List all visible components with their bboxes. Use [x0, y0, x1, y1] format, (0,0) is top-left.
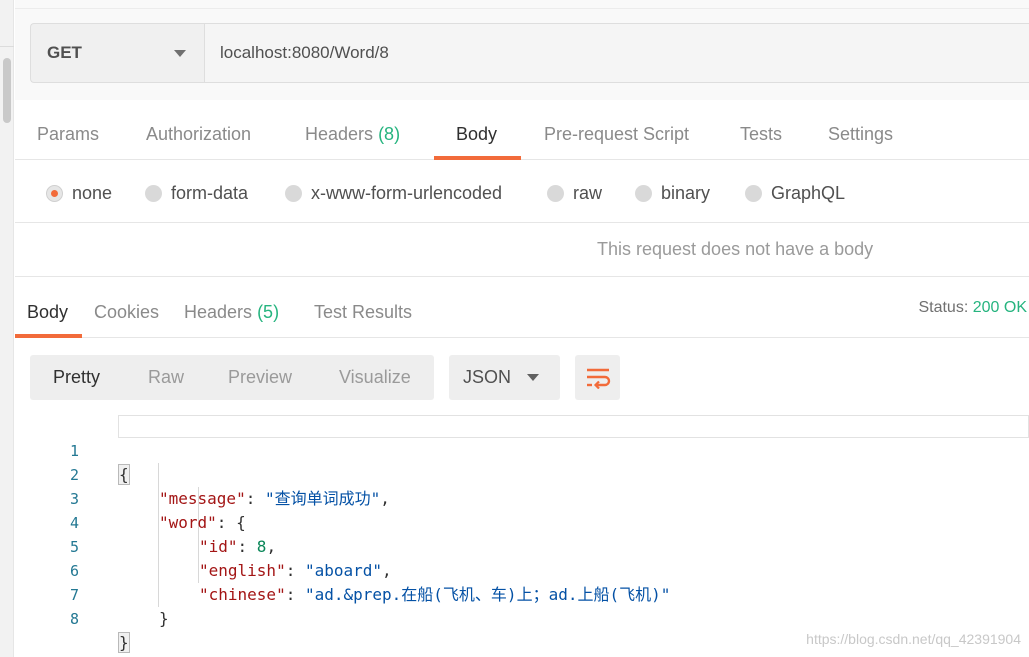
- radio-form-data[interactable]: form-data: [145, 183, 248, 204]
- headers-count: (8): [378, 124, 401, 144]
- line-content: "english": "aboard",: [199, 561, 392, 580]
- view-raw-button[interactable]: Raw: [148, 367, 184, 388]
- radio-checked-icon: [46, 185, 63, 202]
- wrap-lines-button[interactable]: [575, 355, 620, 400]
- code-line: 6 "chinese": "ad.&prep.在船(飞机、车)上；ad.上船(飞…: [15, 535, 670, 604]
- matched-brace: }: [118, 632, 130, 653]
- main-panel: GET localhost:8080/Word/8 Params Authori…: [15, 0, 1029, 657]
- response-tab-cookies[interactable]: Cookies: [94, 302, 159, 323]
- line-content: "chinese": "ad.&prep.在船(飞机、车)上；ad.上船(飞机)…: [199, 585, 671, 604]
- no-body-message: This request does not have a body: [597, 239, 874, 259]
- chevron-down-icon: [174, 50, 186, 57]
- json-key: "message": [159, 489, 246, 508]
- watermark: https://blog.csdn.net/qq_42391904: [806, 631, 1021, 647]
- response-tabs: Body Cookies Headers (5) Test Results St…: [15, 278, 1029, 338]
- radio-raw[interactable]: raw: [547, 183, 602, 204]
- status-value[interactable]: 200 OK: [973, 299, 1027, 316]
- request-tabs: Params Authorization Headers (8) Body Pr…: [15, 100, 1029, 160]
- code-line: 7 }: [15, 559, 169, 628]
- radio-binary[interactable]: binary: [635, 183, 710, 204]
- view-pretty-button[interactable]: Pretty: [53, 367, 100, 388]
- method-label: GET: [47, 43, 82, 62]
- tab-tests[interactable]: Tests: [740, 124, 782, 145]
- url-input[interactable]: localhost:8080/Word/8: [204, 23, 1029, 83]
- json-string: "aboard": [304, 561, 383, 580]
- json-key: "word": [159, 513, 217, 532]
- divider: [15, 8, 1029, 9]
- code-line: 1 {: [15, 415, 130, 485]
- response-code-editor[interactable]: 1 { 2 "message": "查询单词成功", 3 "word": { 4…: [15, 415, 1029, 653]
- radio-icon: [145, 185, 162, 202]
- status-label: Status:: [918, 299, 969, 316]
- tab-pre-request-script[interactable]: Pre-request Script: [544, 124, 689, 145]
- json-brace: {: [236, 513, 246, 532]
- code-line: 8 }: [15, 583, 130, 653]
- radio-x-www-form-urlencoded[interactable]: x-www-form-urlencoded: [285, 183, 502, 204]
- url-bar: GET localhost:8080/Word/8: [30, 23, 1029, 83]
- line-content: }: [118, 631, 130, 655]
- line-number: 8: [69, 610, 79, 628]
- response-tab-test-results[interactable]: Test Results: [314, 302, 412, 323]
- line-content: "id": 8,: [199, 537, 277, 556]
- matched-brace: {: [118, 464, 130, 485]
- url-text: localhost:8080/Word/8: [220, 43, 389, 62]
- response-status: Status: 200 OK: [918, 299, 1027, 317]
- view-mode-bar: Pretty Raw Preview Visualize: [30, 355, 434, 400]
- json-key: "chinese": [199, 585, 286, 604]
- json-brace: }: [159, 609, 169, 628]
- json-number: 8: [256, 537, 267, 556]
- radio-icon: [745, 185, 762, 202]
- tab-authorization[interactable]: Authorization: [146, 124, 251, 145]
- response-headers-count: (5): [257, 302, 280, 322]
- chevron-down-icon: [527, 374, 539, 381]
- json-key: "english": [199, 561, 286, 580]
- active-response-tab-indicator: [15, 334, 82, 338]
- line-content: {: [118, 463, 130, 487]
- left-scrollbar[interactable]: [0, 0, 14, 657]
- tab-params[interactable]: Params: [37, 124, 99, 145]
- code-line: 2 "message": "查询单词成功",: [15, 439, 390, 508]
- json-key: "id": [199, 537, 238, 556]
- line-content: }: [159, 607, 169, 631]
- no-body-panel: This request does not have a body: [15, 224, 1029, 277]
- radio-icon: [635, 185, 652, 202]
- body-type-options: none form-data x-www-form-urlencoded raw…: [15, 161, 1029, 223]
- response-tab-body[interactable]: Body: [27, 302, 68, 323]
- format-label: JSON: [463, 367, 512, 387]
- wrap-lines-icon: [586, 368, 610, 389]
- current-line-highlight: [118, 415, 1029, 438]
- radio-icon: [285, 185, 302, 202]
- json-string: "查询单词成功": [264, 489, 381, 508]
- radio-none[interactable]: none: [46, 183, 112, 204]
- code-line: 5 "english": "aboard",: [15, 511, 392, 580]
- method-select[interactable]: GET: [30, 23, 204, 83]
- json-string: "ad.&prep.在船(飞机、车)上；ad.上船(飞机)": [304, 585, 671, 604]
- line-content: "word": {: [159, 513, 246, 532]
- response-tab-headers[interactable]: Headers (5): [184, 302, 279, 323]
- radio-graphql[interactable]: GraphQL: [745, 183, 845, 204]
- view-preview-button[interactable]: Preview: [228, 367, 292, 388]
- tab-headers[interactable]: Headers (8): [305, 124, 400, 145]
- scrollbar-divider: [0, 46, 14, 47]
- code-line: 3 "word": {: [15, 463, 246, 532]
- line-content: "message": "查询单词成功",: [159, 489, 390, 508]
- format-select[interactable]: JSON: [449, 355, 560, 400]
- request-bar-area: GET localhost:8080/Word/8: [15, 0, 1029, 100]
- tab-settings[interactable]: Settings: [828, 124, 893, 145]
- tab-body[interactable]: Body: [456, 124, 497, 145]
- radio-icon: [547, 185, 564, 202]
- view-visualize-button[interactable]: Visualize: [339, 367, 411, 388]
- indent-guide: [158, 463, 159, 607]
- scrollbar-thumb[interactable]: [3, 58, 11, 123]
- active-tab-indicator: [434, 156, 521, 160]
- code-line: 4 "id": 8,: [15, 487, 276, 556]
